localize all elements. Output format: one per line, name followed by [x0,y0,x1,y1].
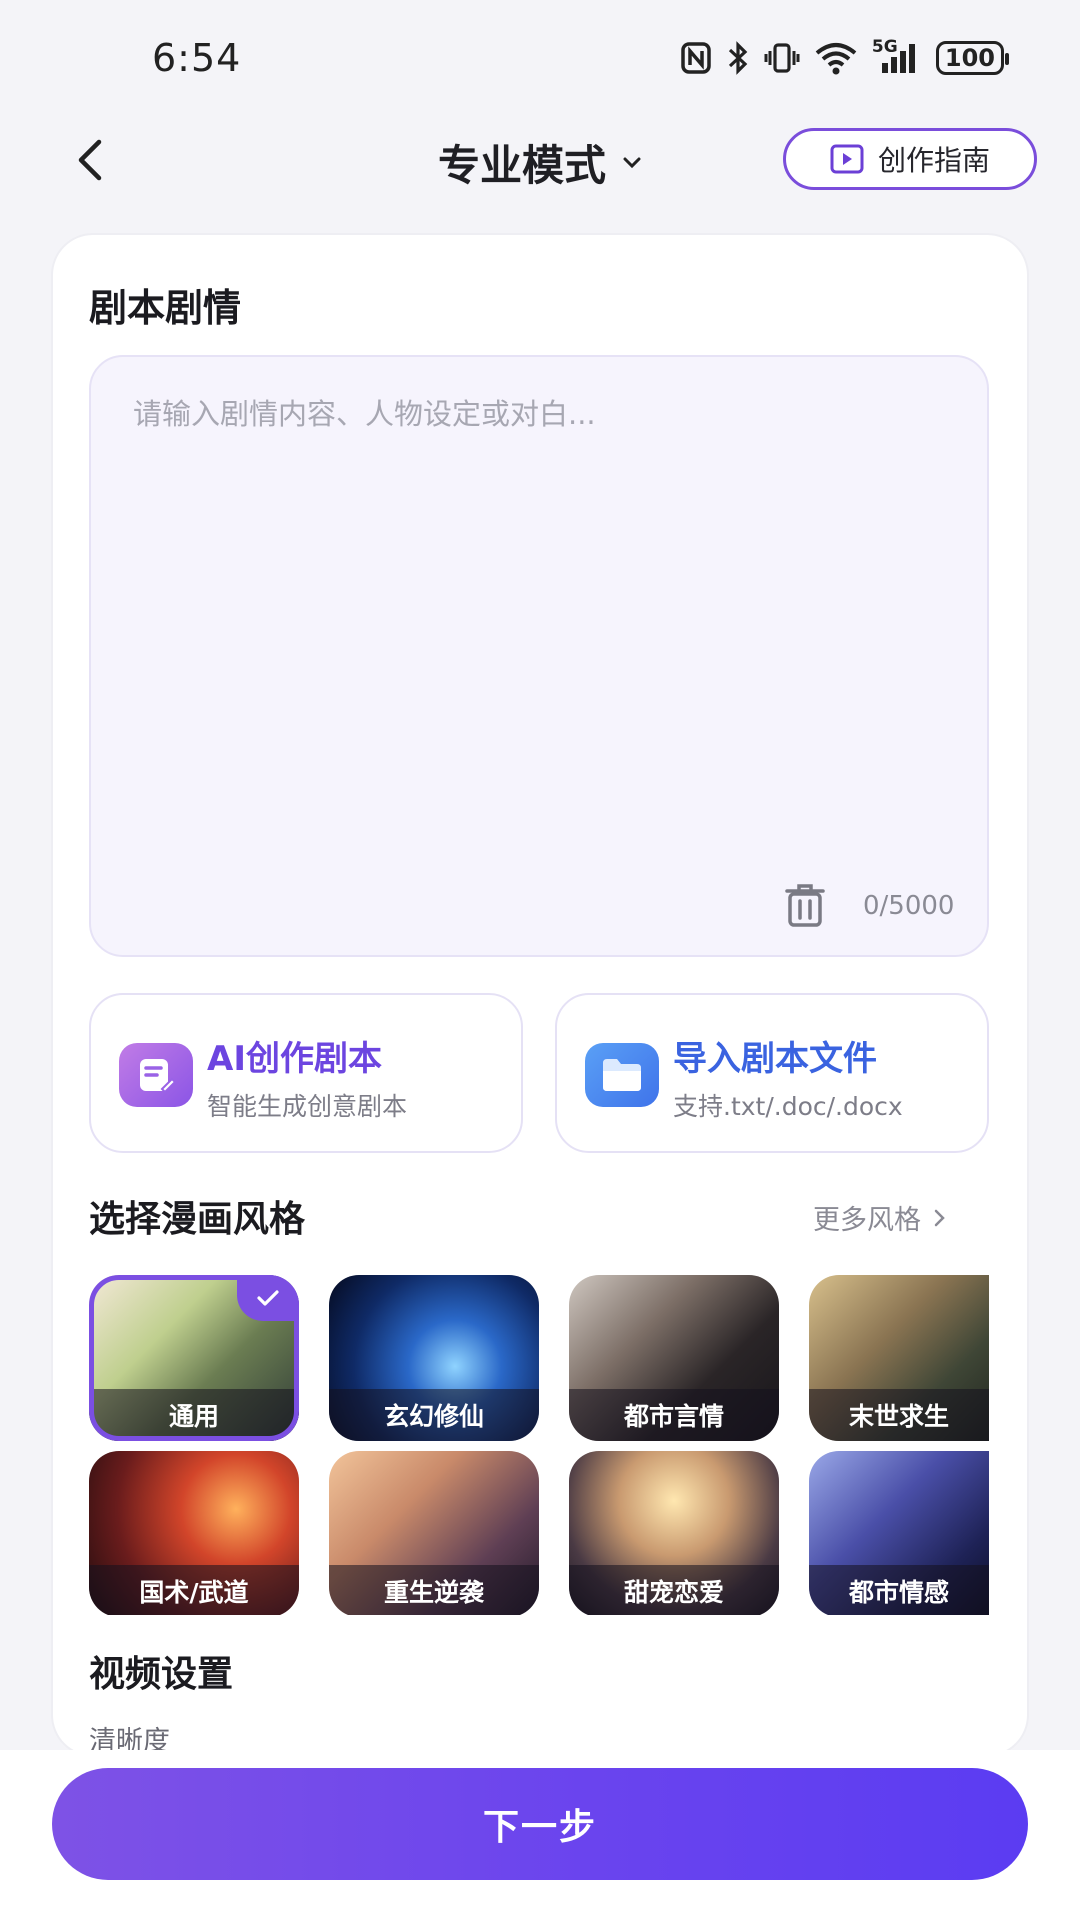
video-section-title: 视频设置 [89,1654,234,1695]
status-time: 6:54 [152,36,242,80]
creation-guide-button[interactable]: 创作指南 [783,128,1037,190]
ai-create-title: AI创作剧本 [207,1039,382,1079]
main-card: 剧本剧情 请输入剧情内容、人物设定或对白... 0/5000 AI创作剧本 智能… [53,235,1027,1757]
folder-icon [585,1043,659,1107]
style-tile-fantasy[interactable]: 玄幻修仙 [329,1275,539,1441]
battery-indicator: 100 [935,41,1010,75]
bottom-bar: 下一步 [0,1750,1080,1920]
style-section-title: 选择漫画风格 [89,1199,306,1240]
style-label: 玄幻修仙 [329,1389,539,1441]
ai-create-subtitle: 智能生成创意剧本 [207,1092,408,1121]
trash-icon [785,884,825,927]
creation-guide-label: 创作指南 [877,144,990,177]
char-counter: 0/5000 [863,891,955,921]
script-input-placeholder: 请输入剧情内容、人物设定或对白... [133,397,596,431]
style-tile-rebirth[interactable]: 重生逆袭 [329,1451,539,1615]
next-step-button[interactable]: 下一步 [52,1768,1028,1880]
network-type-label: 5G [871,37,898,57]
style-tile-urban-emotion[interactable]: 都市情感 [809,1451,989,1615]
chevron-down-icon [623,157,641,168]
more-styles-label: 更多风格 [813,1205,921,1236]
style-label: 都市言情 [569,1389,779,1441]
style-label: 国术/武道 [89,1565,299,1615]
status-icons: 5G 100 [680,37,1010,78]
style-label: 重生逆袭 [329,1565,539,1615]
ai-create-script-button[interactable]: AI创作剧本 智能生成创意剧本 [89,993,523,1153]
nfc-icon [680,41,712,75]
script-input[interactable]: 请输入剧情内容、人物设定或对白... 0/5000 [89,355,989,957]
script-section-title: 剧本剧情 [89,286,242,330]
style-tile-apocalypse[interactable]: 末世求生 [809,1275,989,1441]
note-edit-icon [119,1043,193,1107]
clear-button[interactable] [781,881,833,933]
style-label: 都市情感 [809,1565,989,1615]
style-tile-martial-arts[interactable]: 国术/武道 [89,1451,299,1615]
style-tile-general[interactable]: 通用 [89,1275,299,1441]
wifi-icon [814,41,858,75]
more-styles-link[interactable]: 更多风格 [813,1198,947,1237]
style-grid: 通用 玄幻修仙 都市言情 末世求生 国术/武道 重生逆袭 甜宠恋爱 都市情感 [89,1275,989,1615]
style-tile-sweet-romance[interactable]: 甜宠恋爱 [569,1451,779,1615]
check-icon [237,1275,299,1321]
chevron-right-icon [934,1209,945,1226]
top-bar: 专业模式 创作指南 [0,110,1080,210]
style-label: 末世求生 [809,1389,989,1441]
import-file-title: 导入剧本文件 [673,1039,877,1079]
play-video-icon [830,144,864,174]
vibrate-icon [764,41,800,75]
import-script-file-button[interactable]: 导入剧本文件 支持.txt/.doc/.docx [555,993,989,1153]
status-bar: 6:54 5G 100 [0,0,1080,110]
import-file-subtitle: 支持.txt/.doc/.docx [673,1092,903,1121]
style-label: 甜宠恋爱 [569,1565,779,1615]
style-tile-urban-romance[interactable]: 都市言情 [569,1275,779,1441]
cellular-signal-icon: 5G [872,37,922,75]
bluetooth-icon [726,41,750,75]
page-title: 专业模式 [437,141,606,190]
